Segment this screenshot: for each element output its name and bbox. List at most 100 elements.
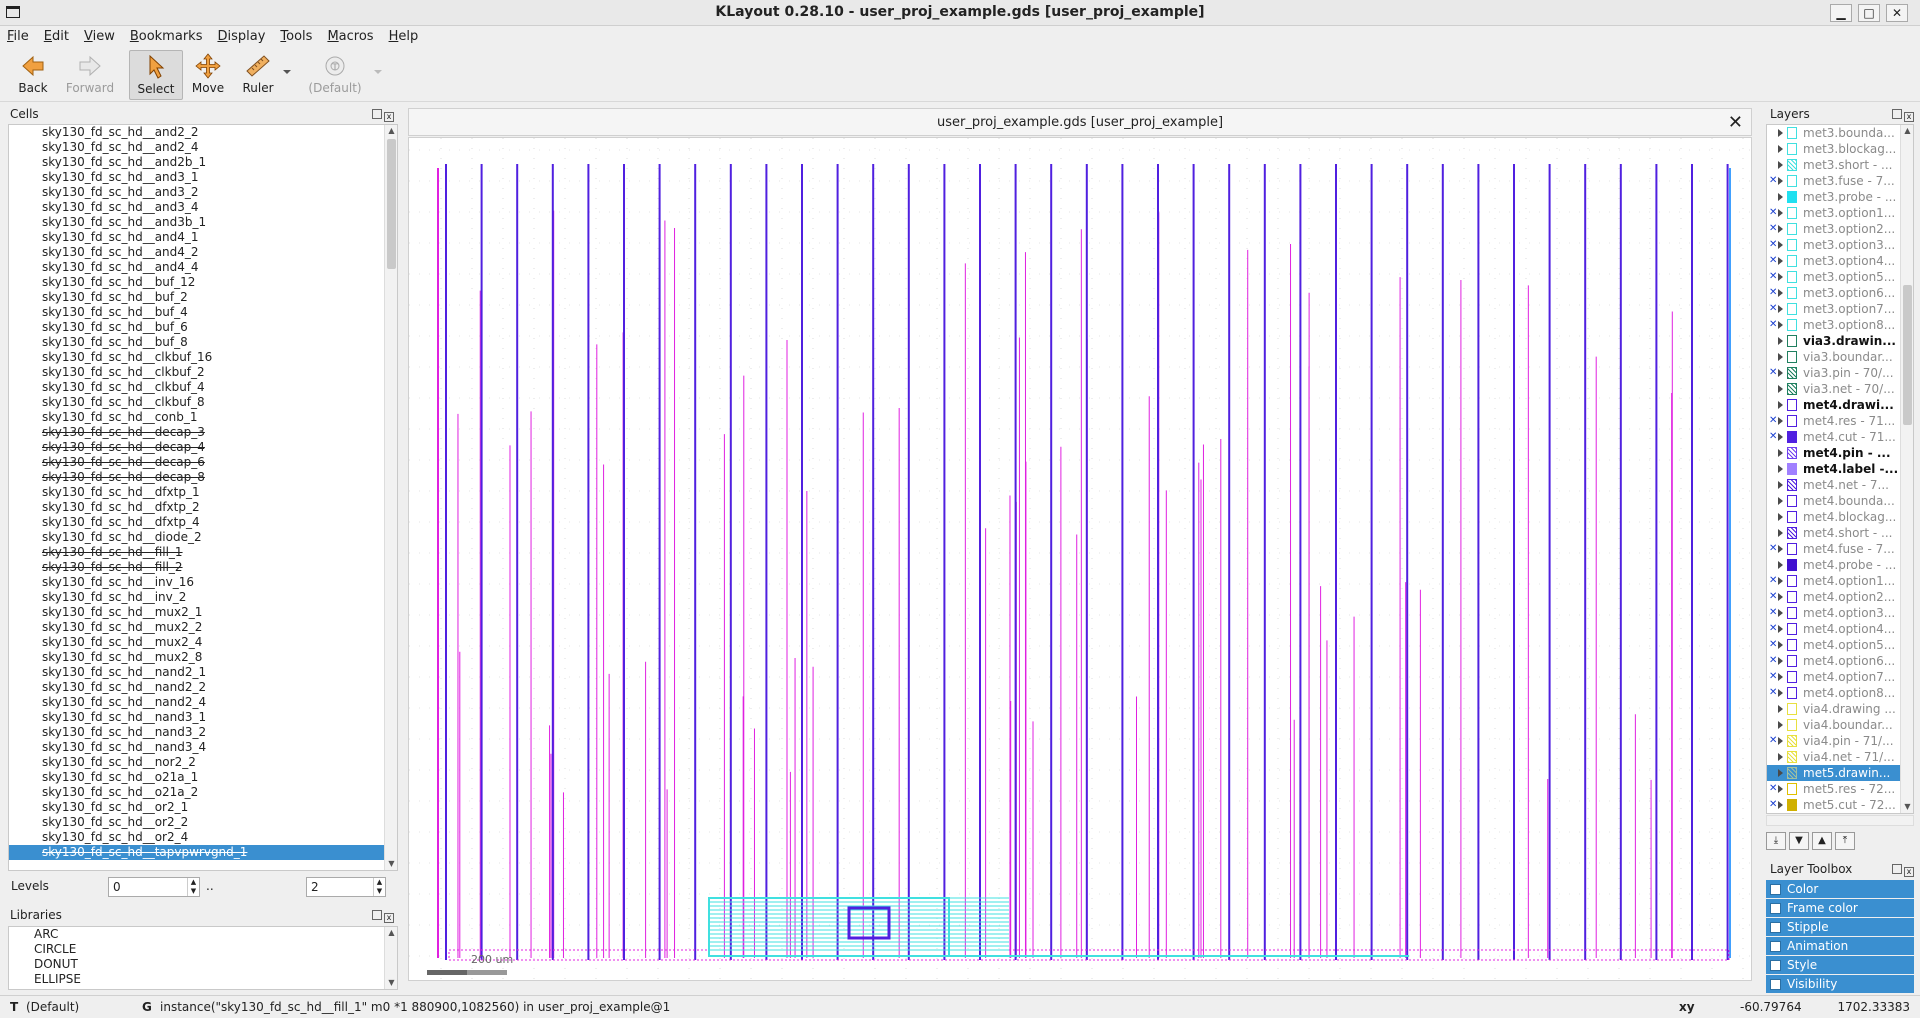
layer-item[interactable]: ✕ met4.cut - 71... bbox=[1767, 429, 1902, 445]
expand-arrow-icon[interactable] bbox=[1778, 145, 1783, 153]
cell-item[interactable]: sky130_fd_sc_hd__nor2_2 bbox=[9, 755, 384, 770]
layer-item[interactable]: ✕ met4.option7... bbox=[1767, 669, 1902, 685]
toolbox-color[interactable]: Color bbox=[1766, 880, 1914, 898]
layer-item[interactable]: met3.bounda... bbox=[1767, 125, 1902, 141]
library-item[interactable]: PIE bbox=[9, 987, 397, 989]
cell-item[interactable]: sky130_fd_sc_hd__mux2_1 bbox=[9, 605, 384, 620]
expand-arrow-icon[interactable] bbox=[1778, 465, 1783, 473]
scroll-up-icon[interactable]: ▲ bbox=[1902, 126, 1913, 136]
menu-file[interactable]: File bbox=[0, 26, 37, 46]
layer-item[interactable]: met4.drawi... bbox=[1767, 397, 1902, 413]
layer-item[interactable]: ✕ met4.option1... bbox=[1767, 573, 1902, 589]
library-item[interactable]: ARC bbox=[9, 927, 397, 942]
move-to-bottom-icon[interactable]: ⤓ bbox=[1766, 832, 1786, 850]
layout-view-tab[interactable]: user_proj_example.gds [user_proj_example… bbox=[408, 108, 1752, 136]
expand-arrow-icon[interactable] bbox=[1778, 289, 1783, 297]
expand-arrow-icon[interactable] bbox=[1778, 369, 1783, 377]
levels-to-spinbox[interactable]: 2 ▲ ▼ bbox=[306, 877, 386, 897]
cell-item[interactable]: sky130_fd_sc_hd__mux2_8 bbox=[9, 650, 384, 665]
cell-item[interactable]: sky130_fd_sc_hd__dfxtp_2 bbox=[9, 500, 384, 515]
layers-scrollbar[interactable]: ▲ ▼ bbox=[1900, 125, 1913, 813]
cell-item[interactable]: sky130_fd_sc_hd__and3_1 bbox=[9, 170, 384, 185]
move-down-icon[interactable]: ▼ bbox=[1789, 832, 1809, 850]
expand-arrow-icon[interactable] bbox=[1778, 161, 1783, 169]
toolbox-animation[interactable]: Animation bbox=[1766, 937, 1914, 955]
cell-item[interactable]: sky130_fd_sc_hd__or2_1 bbox=[9, 800, 384, 815]
layer-item[interactable]: ✕ met4.option3... bbox=[1767, 605, 1902, 621]
expand-arrow-icon[interactable] bbox=[1778, 577, 1783, 585]
cell-item[interactable]: sky130_fd_sc_hd__nand2_4 bbox=[9, 695, 384, 710]
layer-item[interactable]: ✕ met4.res - 71... bbox=[1767, 413, 1902, 429]
expand-arrow-icon[interactable] bbox=[1778, 353, 1783, 361]
expand-arrow-icon[interactable] bbox=[1778, 625, 1783, 633]
layer-item[interactable]: met4.bounda... bbox=[1767, 493, 1902, 509]
layer-item[interactable]: ✕ met3.option4... bbox=[1767, 253, 1902, 269]
cell-item[interactable]: sky130_fd_sc_hd__diode_2 bbox=[9, 530, 384, 545]
close-panel-icon[interactable]: x bbox=[384, 112, 394, 122]
minimize-button[interactable]: ▁ bbox=[1830, 4, 1852, 22]
back-button[interactable]: Back bbox=[10, 50, 56, 100]
cell-item[interactable]: sky130_fd_sc_hd__and2b_1 bbox=[9, 155, 384, 170]
toolbox-frame-color[interactable]: Frame color bbox=[1766, 899, 1914, 917]
layers-list[interactable]: met3.bounda... met3.blockag... met3.short … bbox=[1766, 124, 1914, 814]
cell-item[interactable]: sky130_fd_sc_hd__nand2_2 bbox=[9, 680, 384, 695]
cell-item[interactable]: sky130_fd_sc_hd__and3_2 bbox=[9, 185, 384, 200]
layer-item[interactable]: via3.boundar... bbox=[1767, 349, 1902, 365]
layer-item[interactable]: met4.net - 7... bbox=[1767, 477, 1902, 493]
menu-display[interactable]: Display bbox=[210, 26, 273, 46]
menu-tools[interactable]: Tools bbox=[273, 26, 320, 46]
ruler-tool-button[interactable]: Ruler bbox=[236, 50, 280, 100]
cell-item[interactable]: sky130_fd_sc_hd__buf_2 bbox=[9, 290, 384, 305]
expand-arrow-icon[interactable] bbox=[1778, 241, 1783, 249]
layers-horizontal-scrollbar[interactable] bbox=[1766, 815, 1914, 826]
scroll-up-icon[interactable]: ▲ bbox=[386, 928, 397, 938]
layer-item[interactable]: ✕ met3.option2... bbox=[1767, 221, 1902, 237]
cell-item[interactable]: sky130_fd_sc_hd__and3_4 bbox=[9, 200, 384, 215]
expand-arrow-icon[interactable] bbox=[1778, 177, 1783, 185]
cell-item[interactable]: sky130_fd_sc_hd__and2_4 bbox=[9, 140, 384, 155]
layer-item[interactable]: ✕ via3.pin - 70/... bbox=[1767, 365, 1902, 381]
ruler-dropdown-chevron-icon[interactable] bbox=[283, 70, 291, 74]
toolbox-stipple[interactable]: Stipple bbox=[1766, 918, 1914, 936]
expand-arrow-icon[interactable] bbox=[1778, 193, 1783, 201]
expand-arrow-icon[interactable] bbox=[1778, 561, 1783, 569]
expand-arrow-icon[interactable] bbox=[1778, 657, 1783, 665]
cell-item[interactable]: sky130_fd_sc_hd__clkbuf_2 bbox=[9, 365, 384, 380]
float-panel-icon[interactable] bbox=[372, 109, 382, 119]
layer-item[interactable]: ✕ met3.option5... bbox=[1767, 269, 1902, 285]
expand-arrow-icon[interactable] bbox=[1778, 225, 1783, 233]
layer-item[interactable]: ✕ met4.option2... bbox=[1767, 589, 1902, 605]
libraries-list[interactable]: ARCCIRCLEDONUTELLIPSEPIE ▲ ▼ bbox=[8, 926, 398, 990]
cell-item[interactable]: sky130_fd_sc_hd__decap_3 bbox=[9, 425, 384, 440]
spin-arrows-icon[interactable]: ▲ ▼ bbox=[187, 878, 199, 896]
cells-scrollbar[interactable]: ▲ ▼ bbox=[384, 125, 397, 870]
expand-arrow-icon[interactable] bbox=[1778, 593, 1783, 601]
cell-item[interactable]: sky130_fd_sc_hd__clkbuf_4 bbox=[9, 380, 384, 395]
expand-arrow-icon[interactable] bbox=[1778, 481, 1783, 489]
toolbox-visibility[interactable]: Visibility bbox=[1766, 975, 1914, 993]
expand-arrow-icon[interactable] bbox=[1778, 769, 1783, 777]
close-panel-icon[interactable]: x bbox=[1904, 112, 1914, 122]
layer-item[interactable]: ✕ met4.option5... bbox=[1767, 637, 1902, 653]
library-item[interactable]: DONUT bbox=[9, 957, 397, 972]
layer-item[interactable]: ✕ met4.option8... bbox=[1767, 685, 1902, 701]
toolbox-style[interactable]: Style bbox=[1766, 956, 1914, 974]
cells-tree[interactable]: sky130_fd_sc_hd__and2_2 sky130_fd_sc_hd__… bbox=[8, 124, 398, 871]
library-item[interactable]: CIRCLE bbox=[9, 942, 397, 957]
cell-item[interactable]: sky130_fd_sc_hd__o21a_1 bbox=[9, 770, 384, 785]
close-panel-icon[interactable]: x bbox=[384, 913, 394, 923]
float-panel-icon[interactable] bbox=[1892, 864, 1902, 874]
menu-help[interactable]: Help bbox=[382, 26, 427, 46]
cell-item[interactable]: sky130_fd_sc_hd__clkbuf_8 bbox=[9, 395, 384, 410]
levels-from-spinbox[interactable]: 0 ▲ ▼ bbox=[108, 877, 200, 897]
layer-item[interactable]: met5.drawin... bbox=[1767, 765, 1902, 781]
layer-item[interactable]: ✕ met3.option8... bbox=[1767, 317, 1902, 333]
menu-macros[interactable]: Macros bbox=[320, 26, 381, 46]
move-up-icon[interactable]: ▲ bbox=[1812, 832, 1832, 850]
expand-arrow-icon[interactable] bbox=[1778, 273, 1783, 281]
layer-item[interactable]: via3.net - 70/... bbox=[1767, 381, 1902, 397]
scroll-up-icon[interactable]: ▲ bbox=[386, 126, 397, 136]
cell-item[interactable]: sky130_fd_sc_hd__decap_4 bbox=[9, 440, 384, 455]
expand-arrow-icon[interactable] bbox=[1778, 753, 1783, 761]
default-dropdown-chevron-icon[interactable] bbox=[374, 70, 382, 74]
